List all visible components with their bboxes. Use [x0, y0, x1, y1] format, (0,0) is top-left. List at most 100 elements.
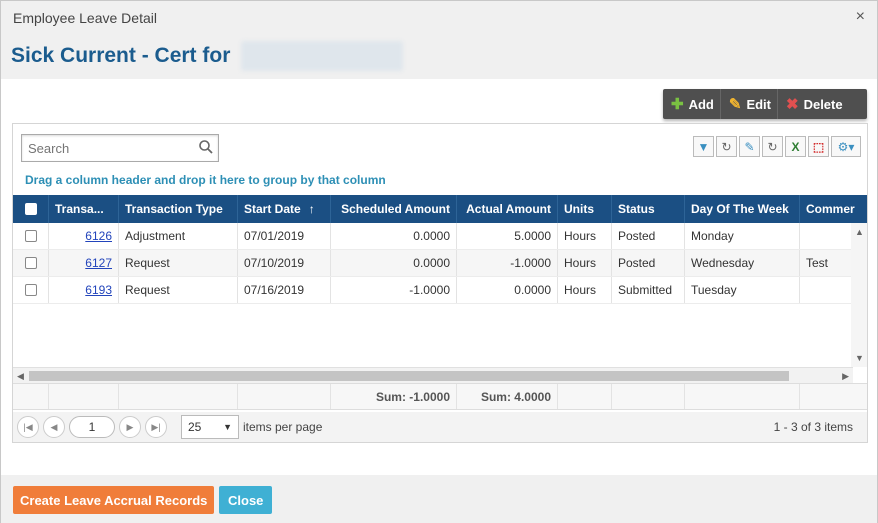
- action-toolbar: ✚ Add ✎ Edit ✖ Delete: [663, 89, 867, 119]
- column-header-transaction-type[interactable]: Transaction Type: [119, 195, 238, 223]
- edit-label: Edit: [746, 96, 771, 112]
- transaction-type-cell: Request: [119, 277, 238, 303]
- actual-amount-cell: -1.0000: [457, 250, 558, 276]
- sort-ascending-icon: ↑: [308, 202, 315, 216]
- window-title: Employee Leave Detail: [13, 10, 157, 26]
- row-checkbox[interactable]: [24, 257, 37, 269]
- page-title: Sick Current - Cert for: [11, 44, 231, 67]
- filter-icon[interactable]: ▼: [693, 136, 714, 157]
- grid-footer: Sum: -1.0000 Sum: 4.0000: [13, 383, 867, 410]
- column-header-start-date[interactable]: Start Date ↑: [238, 195, 331, 223]
- dialog-footer: Create Leave Accrual Records Close: [1, 475, 877, 523]
- close-button[interactable]: Close: [219, 486, 273, 514]
- page-size-select[interactable]: 25 ▼: [181, 415, 239, 439]
- transaction-link[interactable]: 6127: [85, 256, 112, 270]
- delete-x-icon: ✖: [786, 96, 799, 113]
- scroll-down-icon[interactable]: ▼: [855, 353, 864, 363]
- delete-button[interactable]: ✖ Delete: [778, 89, 849, 119]
- group-hint: Drag a column header and drop it here to…: [25, 173, 386, 187]
- transaction-type-cell: Adjustment: [119, 223, 238, 249]
- last-page-icon[interactable]: ▶|: [145, 416, 167, 438]
- grid-header: Transa... Transaction Type Start Date ↑ …: [13, 195, 867, 223]
- table-row[interactable]: 6126 Adjustment 07/01/2019 0.0000 5.0000…: [13, 223, 853, 250]
- reset-filter-icon[interactable]: ↻: [716, 136, 737, 157]
- column-header-status[interactable]: Status: [612, 195, 685, 223]
- actual-sum: Sum: 4.0000: [457, 384, 558, 409]
- page-size-value: 25: [188, 420, 202, 434]
- page-number-input[interactable]: 1: [69, 416, 115, 438]
- start-date-label: Start Date: [244, 202, 301, 216]
- add-button[interactable]: ✚ Add: [663, 89, 721, 119]
- transaction-link[interactable]: 6126: [85, 229, 112, 243]
- actual-amount-cell: 0.0000: [457, 277, 558, 303]
- create-leave-accrual-button[interactable]: Create Leave Accrual Records: [13, 486, 215, 514]
- day-cell: Wednesday: [685, 250, 800, 276]
- edit-button[interactable]: ✎ Edit: [721, 89, 778, 119]
- transaction-link[interactable]: 6193: [85, 283, 112, 297]
- start-date-cell: 07/01/2019: [238, 223, 331, 249]
- pager: |◀ ◀ 1 ▶ ▶| 25 ▼ items per page 1 - 3 of…: [13, 412, 867, 442]
- close-icon[interactable]: ×: [856, 8, 865, 26]
- scheduled-amount-cell: -1.0000: [331, 277, 457, 303]
- start-date-cell: 07/16/2019: [238, 277, 331, 303]
- select-all-checkbox[interactable]: [24, 203, 37, 215]
- search-input[interactable]: [22, 135, 192, 161]
- title-bar: Employee Leave Detail ×: [1, 1, 877, 35]
- excel-export-icon[interactable]: X: [785, 136, 806, 157]
- select-all-header: [13, 195, 49, 223]
- column-header-comment[interactable]: Commer: [800, 195, 867, 223]
- table-row[interactable]: 6193 Request 07/16/2019 -1.0000 0.0000 H…: [13, 277, 853, 304]
- row-checkbox[interactable]: [24, 284, 37, 296]
- add-label: Add: [688, 96, 714, 112]
- first-page-icon[interactable]: |◀: [17, 416, 39, 438]
- search-icon[interactable]: [198, 139, 214, 155]
- comment-cell: Test: [806, 256, 829, 270]
- plus-icon: ✚: [671, 96, 684, 113]
- units-cell: Hours: [558, 223, 612, 249]
- dialog: Employee Leave Detail × Sick Current - C…: [0, 0, 878, 523]
- comment-cell: [800, 223, 853, 249]
- units-cell: Hours: [558, 250, 612, 276]
- page-heading: Sick Current - Cert for: [1, 35, 877, 79]
- grid-body: 6126 Adjustment 07/01/2019 0.0000 5.0000…: [13, 223, 853, 373]
- scheduled-amount-cell: 0.0000: [331, 223, 457, 249]
- column-header-transaction[interactable]: Transa...: [49, 195, 119, 223]
- scheduled-amount-cell: 0.0000: [331, 250, 457, 276]
- leave-grid: ▼ ↻ ✎ ↻ X ⬚ ⚙▾ Drag a column header and …: [12, 123, 868, 443]
- status-cell: Posted: [612, 250, 685, 276]
- search-box: [21, 134, 219, 162]
- column-header-units[interactable]: Units: [558, 195, 612, 223]
- pager-info: 1 - 3 of 3 items: [773, 420, 853, 434]
- scheduled-sum: Sum: -1.0000: [331, 384, 457, 409]
- start-date-cell: 07/10/2019: [238, 250, 331, 276]
- prev-page-icon[interactable]: ◀: [43, 416, 65, 438]
- column-header-scheduled-amount[interactable]: Scheduled Amount: [331, 195, 457, 223]
- column-header-day-of-week[interactable]: Day Of The Week: [685, 195, 800, 223]
- settings-gear-icon[interactable]: ⚙▾: [831, 136, 861, 157]
- status-cell: Submitted: [612, 277, 685, 303]
- scroll-up-icon[interactable]: ▲: [855, 227, 864, 237]
- scroll-right-icon[interactable]: ▶: [842, 371, 849, 382]
- chevron-down-icon: ▼: [223, 422, 232, 432]
- items-per-page-label: items per page: [243, 420, 323, 434]
- day-cell: Tuesday: [685, 277, 800, 303]
- redacted-name: [241, 41, 403, 71]
- grid-tools: ▼ ↻ ✎ ↻ X ⬚ ⚙▾: [693, 136, 861, 157]
- scrollbar-thumb[interactable]: [29, 371, 789, 381]
- wrench-icon[interactable]: ✎: [739, 136, 760, 157]
- transaction-type-cell: Request: [119, 250, 238, 276]
- vertical-scrollbar[interactable]: ▲ ▼: [851, 223, 867, 367]
- status-cell: Posted: [612, 223, 685, 249]
- actual-amount-cell: 5.0000: [457, 223, 558, 249]
- table-row[interactable]: 6127 Request 07/10/2019 0.0000 -1.0000 H…: [13, 250, 853, 277]
- next-page-icon[interactable]: ▶: [119, 416, 141, 438]
- column-header-actual-amount[interactable]: Actual Amount: [457, 195, 558, 223]
- scroll-left-icon[interactable]: ◀: [17, 371, 24, 382]
- day-cell: Monday: [685, 223, 800, 249]
- pdf-export-icon[interactable]: ⬚: [808, 136, 829, 157]
- refresh-icon[interactable]: ↻: [762, 136, 783, 157]
- delete-label: Delete: [803, 96, 843, 112]
- horizontal-scrollbar[interactable]: ◀ ▶: [13, 367, 853, 383]
- comment-cell: [800, 277, 853, 303]
- row-checkbox[interactable]: [24, 230, 37, 242]
